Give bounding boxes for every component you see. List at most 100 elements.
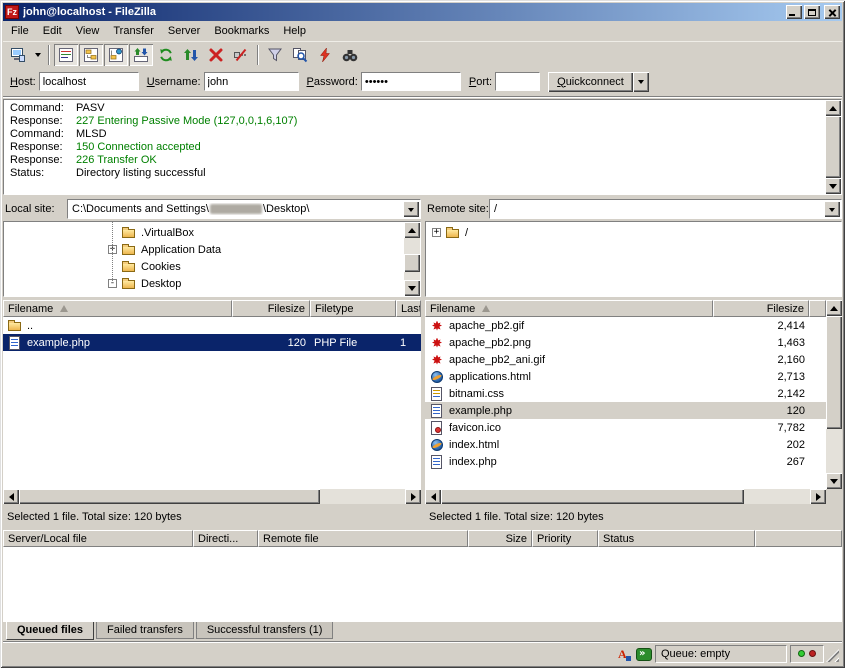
local-list-header: Filename Filesize Filetype Last modified [3,300,421,317]
compare-directories-button[interactable] [288,44,312,66]
file-row[interactable]: apache_pb2_ani.gif 2,160 [425,351,826,368]
toggle-remote-tree-button[interactable] [104,44,128,66]
tab-successful-transfers[interactable]: Successful transfers (1) [196,622,334,639]
maximize-button[interactable] [804,5,820,19]
menu-server[interactable]: Server [161,23,207,39]
find-files-button[interactable] [338,44,362,66]
local-site-dropdown-button[interactable] [403,201,419,217]
remote-site-combobox[interactable]: / [489,199,842,219]
menu-view[interactable]: View [69,23,107,39]
column-header-last-modified[interactable]: Last modified [396,300,421,317]
column-header-remote-file[interactable]: Remote file [258,530,468,547]
cancel-button[interactable] [204,44,228,66]
resize-grip[interactable] [826,649,839,662]
file-row[interactable]: apache_pb2.gif 2,414 [425,317,826,334]
toggle-queue-button[interactable] [129,44,153,66]
file-row[interactable]: apache_pb2.png 1,463 [425,334,826,351]
column-header-priority[interactable]: Priority [532,530,598,547]
tab-failed-transfers[interactable]: Failed transfers [96,622,194,639]
remote-list-horizontal-scrollbar[interactable] [425,489,826,504]
file-row[interactable]: applications.html 2,713 [425,368,826,385]
refresh-button[interactable] [154,44,178,66]
file-row[interactable]: index.php 267 [425,453,826,470]
column-header-size[interactable]: Size [468,530,532,547]
host-input[interactable] [39,72,139,91]
username-input[interactable] [204,72,299,91]
censored-username [210,204,262,214]
log-vertical-scrollbar[interactable] [825,100,841,194]
tab-queued-files[interactable]: Queued files [6,622,94,640]
tree-item[interactable]: Cookies [4,258,404,275]
title-bar[interactable]: john@localhost - FileZilla [3,3,842,21]
local-site-combobox[interactable]: C:\Documents and Settings\\Desktop\ [67,199,421,219]
scroll-up-button[interactable] [825,100,841,116]
local-directory-tree: .VirtualBox + Application Data Cookies - [3,221,421,297]
scrollbar-thumb[interactable] [825,116,841,178]
port-input[interactable] [495,72,540,91]
file-row[interactable]: index.html 202 [425,436,826,453]
tree-item[interactable]: + Application Data [4,241,404,258]
menu-help[interactable]: Help [276,23,313,39]
arrow-up-icon [408,224,416,233]
menu-file[interactable]: File [4,23,36,39]
tree-expander[interactable]: + [432,228,441,237]
column-header-filename[interactable]: Filename [3,300,232,317]
send-activity-led [809,650,816,657]
site-manager-button[interactable] [6,44,30,66]
queue-list[interactable] [3,547,842,622]
local-list-horizontal-scrollbar[interactable] [3,489,421,504]
local-tree-vertical-scrollbar[interactable] [404,222,420,296]
file-row[interactable]: bitnami.css 2,142 [425,385,826,402]
disconnect-button[interactable] [229,44,253,66]
menu-edit[interactable]: Edit [36,23,69,39]
scroll-right-button[interactable] [405,489,421,504]
scrollbar-thumb[interactable] [826,316,842,429]
remote-list-vertical-scrollbar[interactable] [826,300,842,489]
menu-transfer[interactable]: Transfer [106,23,161,39]
scroll-up-button[interactable] [826,300,842,316]
arrow-right-icon [411,493,420,501]
column-header-filesize[interactable]: Filesize [713,300,809,317]
scroll-left-button[interactable] [3,489,19,504]
quickconnect-button[interactable]: Quickconnect [548,72,633,92]
file-row[interactable]: favicon.ico 7,782 [425,419,826,436]
tree-item[interactable]: + / [426,224,841,241]
column-header-direction[interactable]: Directi... [193,530,258,547]
toggle-message-log-button[interactable] [54,44,78,66]
receive-activity-led [798,650,805,657]
scroll-right-button[interactable] [810,489,826,504]
file-row-selected[interactable]: example.php 120 PHP File 1 [3,334,421,351]
file-row[interactable]: .. [3,317,421,334]
tree-guide-line [112,222,113,283]
scroll-down-button[interactable] [825,178,841,194]
scrollbar-thumb[interactable] [441,489,744,504]
scroll-left-button[interactable] [425,489,441,504]
scroll-down-button[interactable] [404,280,420,296]
scroll-up-button[interactable] [404,222,420,238]
quickconnect-dropdown-button[interactable] [633,72,649,92]
minimize-button[interactable] [786,5,802,19]
folder-icon [121,242,137,258]
menu-bookmarks[interactable]: Bookmarks [207,23,276,39]
tree-item[interactable]: .VirtualBox [4,224,404,241]
filter-button[interactable] [263,44,287,66]
toggle-local-tree-button[interactable] [79,44,103,66]
site-manager-dropdown-button[interactable] [31,44,44,66]
ascii-datatype-icon[interactable] [615,646,632,662]
column-header-filesize[interactable]: Filesize [232,300,310,317]
scroll-down-button[interactable] [826,473,842,489]
close-button[interactable] [824,5,840,19]
synchronized-browsing-button[interactable] [313,44,337,66]
column-header-filename[interactable]: Filename [425,300,713,317]
speed-limit-icon[interactable] [635,646,652,662]
column-header-status[interactable]: Status [598,530,755,547]
column-header-server-local-file[interactable]: Server/Local file [3,530,193,547]
tree-item[interactable]: - Desktop [4,275,404,292]
column-header-filetype[interactable]: Filetype [310,300,396,317]
process-queue-button[interactable] [179,44,203,66]
password-input[interactable] [361,72,461,91]
remote-site-dropdown-button[interactable] [824,201,840,217]
file-row-selected[interactable]: example.php 120 [425,402,826,419]
scrollbar-thumb[interactable] [404,254,420,272]
scrollbar-thumb[interactable] [19,489,320,504]
